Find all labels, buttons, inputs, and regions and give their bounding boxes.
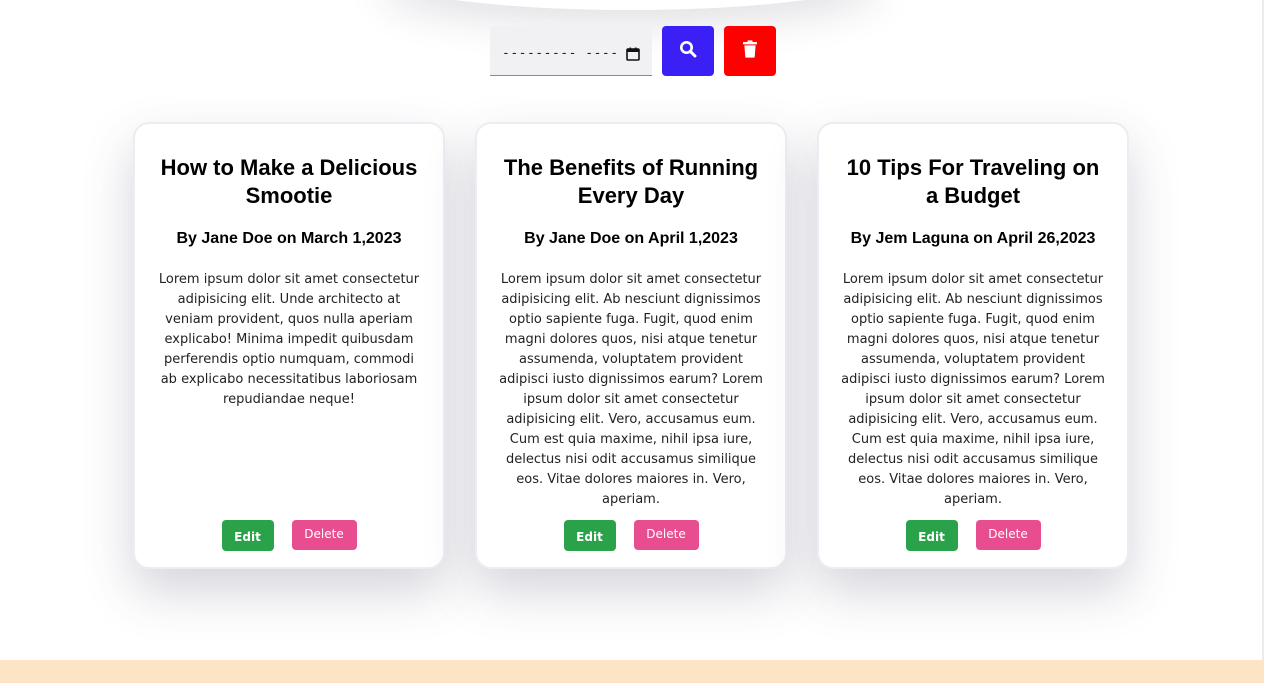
- edit-button[interactable]: Edit: [905, 520, 958, 551]
- edit-button[interactable]: Edit: [563, 520, 616, 551]
- post-title: 10 Tips For Traveling on a Budget: [846, 155, 1100, 208]
- post-body: Lorem ipsum dolor sit amet consectetur a…: [499, 272, 763, 507]
- post-meta: By Jem Laguna on April 26,2023: [850, 230, 1096, 247]
- calendar-icon[interactable]: [626, 47, 640, 61]
- post-body: Lorem ipsum dolor sit amet consectetur a…: [158, 272, 420, 407]
- post-card: 10 Tips For Traveling on a Budget By Jem…: [817, 122, 1129, 569]
- post-card: The Benefits of Running Every Day By Jan…: [475, 122, 787, 569]
- edit-button[interactable]: Edit: [221, 520, 274, 551]
- post-actions: Edit Delete: [135, 520, 443, 551]
- filter-toolbar: --------- ----: [490, 26, 776, 76]
- post-card: How to Make a Delicious Smootie By Jane …: [133, 122, 445, 569]
- search-button[interactable]: [662, 26, 714, 76]
- post-title: The Benefits of Running Every Day: [503, 155, 759, 208]
- delete-button[interactable]: Delete: [975, 520, 1041, 550]
- header-shadow: [380, 0, 880, 10]
- trash-icon: [742, 40, 758, 62]
- delete-button[interactable]: Delete: [633, 520, 699, 550]
- post-cards: How to Make a Delicious Smootie By Jane …: [133, 122, 1129, 569]
- footer: [0, 660, 1264, 683]
- date-filter-input[interactable]: --------- ----: [490, 26, 652, 76]
- post-meta: By Jane Doe on April 1,2023: [524, 230, 738, 247]
- search-icon: [679, 40, 697, 62]
- date-placeholder: --------- ----: [502, 46, 619, 61]
- post-actions: Edit Delete: [819, 520, 1127, 551]
- delete-all-button[interactable]: [724, 26, 776, 76]
- post-meta: By Jane Doe on March 1,2023: [176, 230, 402, 247]
- post-actions: Edit Delete: [477, 520, 785, 551]
- post-body: Lorem ipsum dolor sit amet consectetur a…: [841, 272, 1105, 507]
- post-title: How to Make a Delicious Smootie: [160, 155, 418, 208]
- delete-button[interactable]: Delete: [291, 520, 357, 550]
